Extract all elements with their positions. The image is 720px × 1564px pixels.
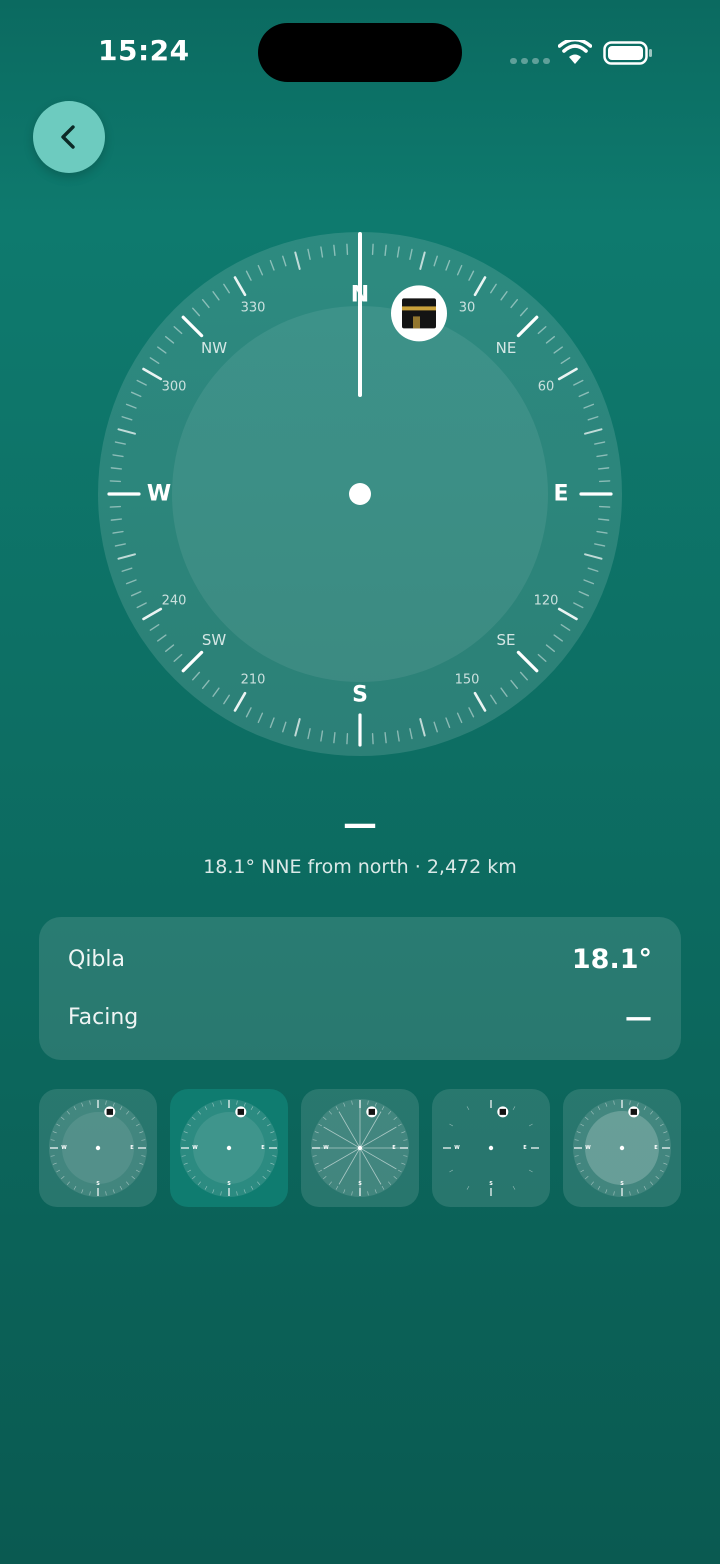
preview-cardinal: S — [96, 1181, 100, 1187]
preview-kaaba-body — [630, 1108, 638, 1115]
compass-tick — [346, 732, 349, 745]
preview-cardinal: E — [392, 1145, 396, 1151]
heading-readout: — — [343, 804, 377, 844]
degree-240: 240 — [162, 594, 187, 609]
preview-center-dot — [619, 1145, 625, 1151]
preview-tick — [449, 1123, 454, 1127]
dynamic-island — [258, 23, 462, 82]
compass-style-tile[interactable]: E S W — [39, 1089, 157, 1207]
preview-tick — [512, 1106, 516, 1111]
cardinal-w: W — [147, 482, 171, 507]
preview-cardinal: E — [654, 1145, 658, 1151]
compass-style-tile[interactable]: E S W — [432, 1089, 550, 1207]
degree-120: 120 — [534, 594, 559, 609]
cardinal-e: E — [553, 482, 568, 507]
qibla-label: Qibla — [68, 947, 125, 972]
preview-kaaba-body — [237, 1108, 245, 1115]
preview-center-dot — [357, 1145, 363, 1151]
qibla-info-card — [39, 917, 681, 1060]
preview-kaaba-body — [368, 1108, 376, 1115]
preview-cardinal: E — [261, 1145, 265, 1151]
preview-cardinal: W — [585, 1145, 591, 1151]
qibla-value: 18.1° — [571, 944, 652, 975]
qibla-row: Qibla 18.1° — [68, 940, 652, 980]
wifi-icon — [558, 40, 592, 64]
compass-center-dot — [349, 483, 371, 505]
compass-style-tile[interactable]: E S W — [301, 1089, 419, 1207]
cellular-signal-icon — [510, 58, 550, 64]
preview-cardinal: E — [130, 1145, 134, 1151]
kaaba-icon — [402, 298, 436, 329]
battery-icon — [603, 41, 652, 65]
compass-tick — [598, 505, 611, 508]
preview-cardinal: S — [489, 1181, 493, 1187]
compass-tick — [346, 243, 349, 256]
preview-kaaba-body — [499, 1108, 507, 1115]
facing-label: Facing — [68, 1005, 139, 1030]
preview-cardinal: W — [61, 1145, 67, 1151]
degree-150: 150 — [455, 673, 480, 688]
qibla-detail: 18.1° NNE from north · 2,472 km — [203, 856, 517, 878]
facing-row: Facing — — [68, 998, 652, 1038]
preview-cardinal: W — [454, 1145, 460, 1151]
compass-tick — [109, 505, 122, 508]
preview-tick — [466, 1106, 470, 1111]
preview-tick — [528, 1169, 533, 1173]
preview-center-dot — [226, 1145, 232, 1151]
intercardinal-se: SE — [497, 631, 516, 649]
degree-210: 210 — [241, 673, 266, 688]
compass-style-tile[interactable]: E S W — [563, 1089, 681, 1207]
compass-style-preview-icon: E S W — [180, 1099, 278, 1197]
preview-tick — [466, 1185, 470, 1190]
status-bar: 15:24 — [0, 0, 720, 100]
preview-center-dot — [488, 1145, 494, 1151]
status-time: 15:24 — [98, 34, 190, 67]
compass-tick — [371, 243, 374, 256]
compass-style-preview-icon: E S W — [573, 1099, 671, 1197]
compass-dial: N E S W NE SE SW NW 30 60 120 150 210 24… — [98, 232, 622, 756]
preview-tick — [449, 1169, 454, 1173]
preview-cardinal: S — [620, 1181, 624, 1187]
preview-cardinal: W — [323, 1145, 329, 1151]
preview-tick — [512, 1185, 516, 1190]
back-button[interactable] — [33, 101, 105, 173]
degree-60: 60 — [538, 380, 555, 395]
preview-cardinal: W — [192, 1145, 198, 1151]
preview-cardinal: S — [227, 1181, 231, 1187]
cardinal-s: S — [352, 683, 368, 708]
preview-tick — [528, 1123, 533, 1127]
compass-style-preview-icon: E S W — [311, 1099, 409, 1197]
qibla-marker[interactable] — [391, 285, 447, 342]
degree-300: 300 — [162, 380, 187, 395]
intercardinal-ne: NE — [496, 339, 517, 357]
preview-center-dot — [95, 1145, 101, 1151]
preview-cardinal: S — [358, 1181, 362, 1187]
compass-tick — [109, 480, 122, 483]
compass-tick — [598, 480, 611, 483]
facing-value: — — [625, 1002, 652, 1033]
intercardinal-sw: SW — [202, 631, 227, 649]
compass-style-tile[interactable]: E S W — [170, 1089, 288, 1207]
compass-style-preview-icon: E S W — [49, 1099, 147, 1197]
compass-tick — [371, 732, 374, 745]
compass-style-preview-icon: E S W — [443, 1100, 539, 1196]
preview-kaaba-body — [106, 1108, 114, 1115]
degree-330: 330 — [241, 301, 266, 316]
preview-cardinal: E — [523, 1145, 527, 1151]
intercardinal-nw: NW — [201, 339, 227, 357]
chevron-left-icon — [61, 125, 75, 149]
degree-30: 30 — [459, 301, 476, 316]
